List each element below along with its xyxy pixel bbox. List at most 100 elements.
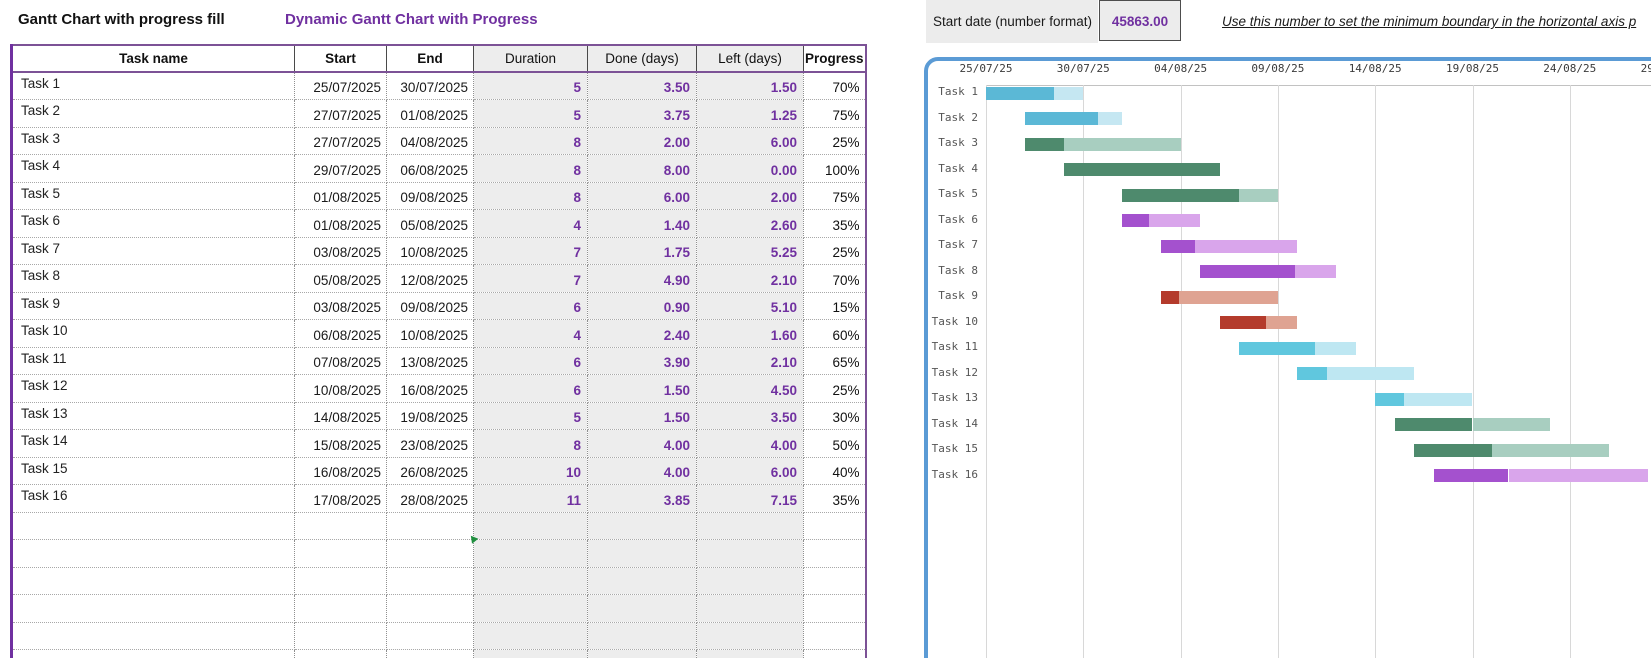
cell-start[interactable] bbox=[294, 649, 387, 658]
cell-left[interactable]: 2.10 bbox=[696, 264, 804, 293]
cell-task-name[interactable] bbox=[11, 567, 295, 595]
cell-left[interactable] bbox=[696, 567, 804, 595]
cell-duration[interactable] bbox=[473, 567, 588, 595]
cell-progress[interactable]: 65% bbox=[803, 347, 867, 375]
cell-end[interactable] bbox=[386, 567, 474, 595]
cell-left[interactable]: 4.00 bbox=[696, 429, 804, 458]
cell-progress[interactable]: 70% bbox=[803, 264, 867, 293]
cell-left[interactable]: 6.00 bbox=[696, 127, 804, 155]
cell-done[interactable]: 1.75 bbox=[587, 237, 697, 265]
cell-task-name[interactable]: Task 7 bbox=[11, 237, 295, 265]
cell-end[interactable] bbox=[386, 539, 474, 568]
cell-duration[interactable] bbox=[473, 512, 588, 540]
cell-task-name[interactable]: Task 10 bbox=[11, 319, 295, 348]
cell-task-name[interactable]: Task 5 bbox=[11, 182, 295, 210]
cell-start[interactable]: 01/08/2025 bbox=[294, 182, 387, 210]
cell-done[interactable]: 0.90 bbox=[587, 292, 697, 320]
cell-progress[interactable] bbox=[803, 649, 867, 658]
cell-task-name[interactable]: Task 3 bbox=[11, 127, 295, 155]
cell-done[interactable]: 4.00 bbox=[587, 457, 697, 485]
cell-duration[interactable]: 4 bbox=[473, 319, 588, 348]
cell-progress[interactable]: 75% bbox=[803, 99, 867, 128]
cell-duration[interactable]: 7 bbox=[473, 237, 588, 265]
cell-left[interactable]: 1.60 bbox=[696, 319, 804, 348]
cell-done[interactable]: 2.40 bbox=[587, 319, 697, 348]
cell-done[interactable]: 3.75 bbox=[587, 99, 697, 128]
cell-done[interactable]: 3.90 bbox=[587, 347, 697, 375]
cell-start[interactable]: 10/08/2025 bbox=[294, 374, 387, 403]
cell-left[interactable] bbox=[696, 622, 804, 650]
cell-done[interactable]: 4.00 bbox=[587, 429, 697, 458]
cell-left[interactable] bbox=[696, 539, 804, 568]
cell-left[interactable]: 6.00 bbox=[696, 457, 804, 485]
cell-task-name[interactable]: Task 16 bbox=[11, 484, 295, 513]
cell-start[interactable]: 05/08/2025 bbox=[294, 264, 387, 293]
cell-task-name[interactable]: Task 13 bbox=[11, 402, 295, 430]
cell-end[interactable]: 05/08/2025 bbox=[386, 209, 474, 238]
cell-progress[interactable]: 75% bbox=[803, 182, 867, 210]
cell-duration[interactable]: 4 bbox=[473, 209, 588, 238]
cell-duration[interactable]: 6 bbox=[473, 292, 588, 320]
cell-duration[interactable] bbox=[473, 594, 588, 623]
cell-end[interactable] bbox=[386, 622, 474, 650]
cell-task-name[interactable] bbox=[11, 512, 295, 540]
cell-end[interactable]: 26/08/2025 bbox=[386, 457, 474, 485]
cell-start[interactable]: 07/08/2025 bbox=[294, 347, 387, 375]
start-date-value-cell[interactable]: 45863.00 bbox=[1099, 0, 1181, 41]
cell-start[interactable]: 16/08/2025 bbox=[294, 457, 387, 485]
cell-done[interactable] bbox=[587, 567, 697, 595]
cell-done[interactable]: 1.50 bbox=[587, 374, 697, 403]
cell-end[interactable]: 12/08/2025 bbox=[386, 264, 474, 293]
cell-progress[interactable]: 60% bbox=[803, 319, 867, 348]
cell-duration[interactable]: 8 bbox=[473, 182, 588, 210]
cell-progress[interactable]: 100% bbox=[803, 154, 867, 183]
cell-left[interactable]: 7.15 bbox=[696, 484, 804, 513]
header-left-days[interactable]: Left (days) bbox=[696, 45, 804, 73]
cell-task-name[interactable]: Task 9 bbox=[11, 292, 295, 320]
cell-start[interactable]: 29/07/2025 bbox=[294, 154, 387, 183]
cell-done[interactable] bbox=[587, 622, 697, 650]
cell-duration[interactable]: 11 bbox=[473, 484, 588, 513]
cell-duration[interactable] bbox=[473, 622, 588, 650]
cell-end[interactable] bbox=[386, 512, 474, 540]
cell-duration[interactable]: 8 bbox=[473, 429, 588, 458]
cell-task-name[interactable]: Task 14 bbox=[11, 429, 295, 458]
cell-start[interactable] bbox=[294, 539, 387, 568]
cell-progress[interactable]: 25% bbox=[803, 127, 867, 155]
cell-done[interactable] bbox=[587, 649, 697, 658]
cell-end[interactable] bbox=[386, 649, 474, 658]
cell-start[interactable] bbox=[294, 567, 387, 595]
cell-start[interactable]: 03/08/2025 bbox=[294, 237, 387, 265]
header-start[interactable]: Start bbox=[294, 45, 387, 73]
cell-progress[interactable]: 40% bbox=[803, 457, 867, 485]
cell-duration[interactable] bbox=[473, 649, 588, 658]
cell-task-name[interactable]: Task 2 bbox=[11, 99, 295, 128]
header-end[interactable]: End bbox=[386, 45, 474, 73]
cell-duration[interactable]: 6 bbox=[473, 347, 588, 375]
cell-start[interactable] bbox=[294, 512, 387, 540]
cell-task-name[interactable] bbox=[11, 649, 295, 658]
cell-progress[interactable] bbox=[803, 594, 867, 623]
cell-progress[interactable]: 25% bbox=[803, 374, 867, 403]
cell-end[interactable]: 19/08/2025 bbox=[386, 402, 474, 430]
cell-end[interactable]: 09/08/2025 bbox=[386, 292, 474, 320]
cell-start[interactable]: 06/08/2025 bbox=[294, 319, 387, 348]
cell-task-name[interactable] bbox=[11, 594, 295, 623]
cell-start[interactable]: 17/08/2025 bbox=[294, 484, 387, 513]
cell-end[interactable]: 10/08/2025 bbox=[386, 237, 474, 265]
cell-start[interactable] bbox=[294, 594, 387, 623]
cell-start[interactable] bbox=[294, 622, 387, 650]
cell-task-name[interactable]: Task 4 bbox=[11, 154, 295, 183]
cell-left[interactable]: 3.50 bbox=[696, 402, 804, 430]
cell-duration[interactable]: 5 bbox=[473, 402, 588, 430]
cell-progress[interactable]: 70% bbox=[803, 72, 867, 100]
cell-done[interactable] bbox=[587, 512, 697, 540]
cell-task-name[interactable]: Task 1 bbox=[11, 72, 295, 100]
cell-task-name[interactable] bbox=[11, 539, 295, 568]
cell-left[interactable] bbox=[696, 649, 804, 658]
cell-start[interactable]: 14/08/2025 bbox=[294, 402, 387, 430]
cell-start[interactable]: 25/07/2025 bbox=[294, 72, 387, 100]
cell-duration[interactable]: 7 bbox=[473, 264, 588, 293]
cell-progress[interactable]: 35% bbox=[803, 209, 867, 238]
cell-task-name[interactable]: Task 15 bbox=[11, 457, 295, 485]
